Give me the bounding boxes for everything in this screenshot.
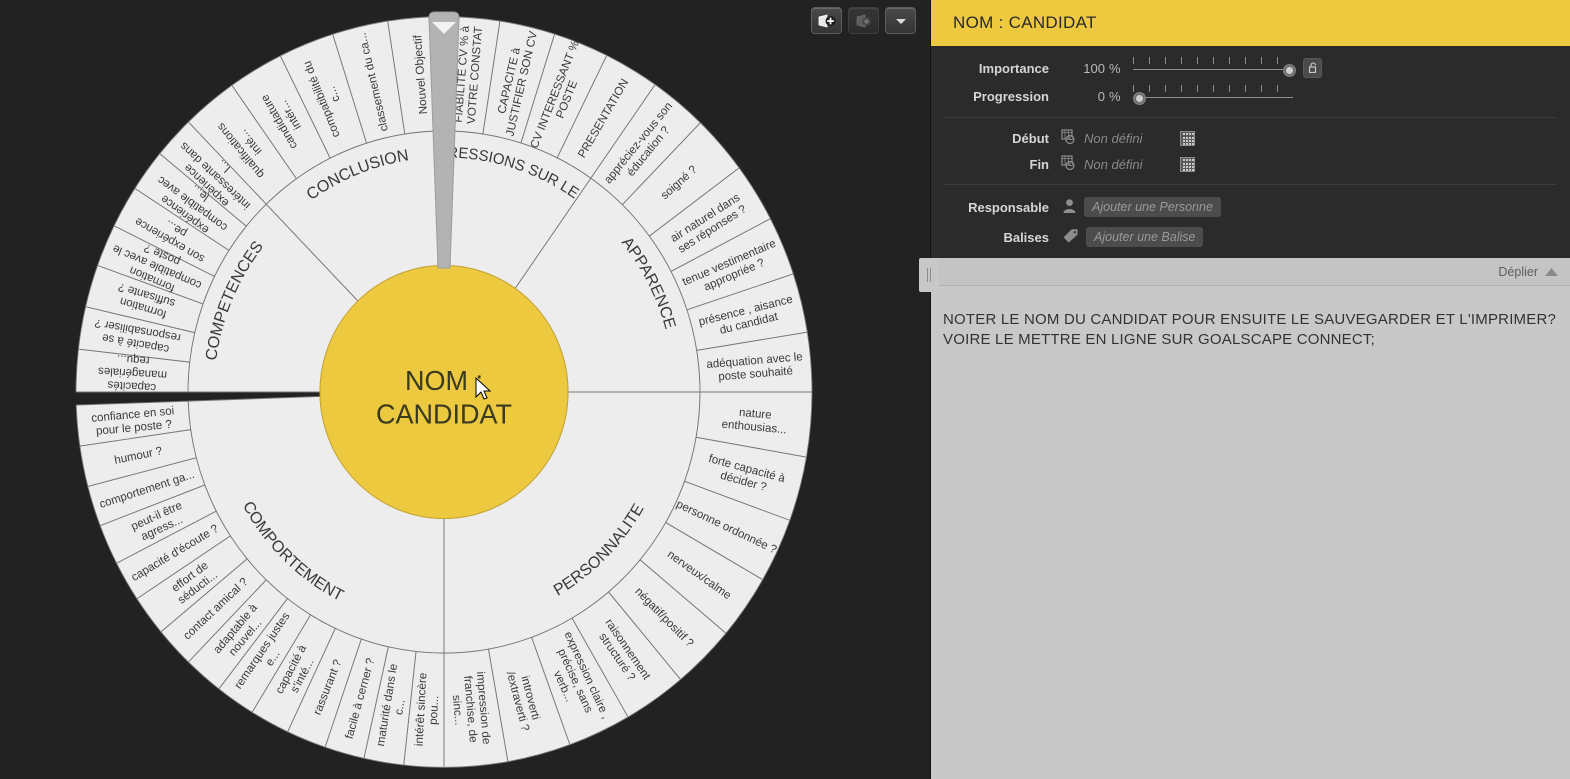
progression-row: Progression 0 % [931, 82, 1570, 110]
importance-slider[interactable] [1133, 57, 1296, 79]
importance-slider-knob[interactable] [1283, 64, 1296, 77]
add-tag-button[interactable]: Ajouter une Balise [1086, 227, 1204, 247]
responsable-row: Responsable Ajouter une Personne [931, 192, 1570, 222]
progression-unit: % [1109, 88, 1121, 104]
importance-row: Importance 100 % [931, 54, 1570, 82]
notes-line-2: VOIRE LE METTRE EN LIGNE SUR GOALSCAPE C… [943, 331, 1375, 349]
balises-row: Balises Ajouter une Balise [931, 222, 1570, 252]
fin-recurrence-icon[interactable] [1061, 154, 1078, 174]
importance-label: Importance [978, 60, 1049, 76]
panel-splitter-handle[interactable] [919, 258, 939, 292]
notes-line-1: NOTER LE NOM DU CANDIDAT POUR ENSUITE LE… [943, 311, 1557, 328]
sunburst-chart[interactable]: CONCLUSIONqualificationsinté...candidatu… [0, 0, 930, 779]
fin-calendar-button[interactable] [1180, 156, 1195, 172]
progression-slider-knob[interactable] [1133, 92, 1146, 105]
add-person-button[interactable]: Ajouter une Personne [1084, 197, 1221, 217]
fin-row: Fin Non défini [931, 151, 1570, 177]
add-subgoal-button[interactable] [811, 7, 842, 34]
progression-slider-track[interactable] [1133, 97, 1293, 98]
expand-notes-button[interactable]: Déplier [1498, 265, 1559, 279]
progression-slider-ticks [1133, 85, 1293, 92]
fin-label: Fin [1029, 156, 1050, 172]
progression-slider[interactable] [1133, 85, 1293, 107]
triangle-up-icon [1545, 267, 1558, 276]
notes-header: Déplier [931, 258, 1570, 286]
debut-label: Début [1012, 130, 1049, 146]
more-options-button[interactable] [885, 7, 916, 34]
notes-content[interactable]: NOTER LE NOM DU CANDIDAT POUR ENSUITE LE… [931, 286, 1570, 351]
progression-value: 0 [1097, 88, 1105, 104]
debut-calendar-button[interactable] [1180, 130, 1195, 146]
responsable-label: Responsable [968, 199, 1049, 215]
debut-value[interactable]: Non défini [1078, 131, 1180, 146]
goal-details-panel: NOM : CANDIDAT Importance 100 % Progress… [919, 0, 1570, 779]
tag-icon [1062, 228, 1079, 247]
importance-slider-ticks [1133, 57, 1293, 64]
balises-label: Balises [1003, 229, 1049, 245]
lock-importance-button[interactable] [1303, 58, 1322, 78]
panel-title: NOM : CANDIDAT [931, 0, 1570, 46]
importance-value: 100 [1083, 60, 1105, 76]
wheel-canvas[interactable]: CONCLUSION qualificationsinté... candidatu… [0, 0, 930, 779]
add-sibling-goal-button[interactable] [848, 7, 879, 34]
debut-row: Début Non défini [931, 125, 1570, 151]
fin-value[interactable]: Non défini [1078, 157, 1180, 172]
debut-recurrence-icon[interactable] [1061, 128, 1078, 148]
importance-unit: % [1109, 60, 1121, 76]
importance-slider-track[interactable] [1133, 69, 1293, 70]
person-icon [1062, 198, 1077, 217]
canvas-toolbar [811, 7, 916, 34]
divider-dates [945, 117, 1557, 118]
progression-label: Progression [973, 88, 1049, 104]
divider-people [945, 184, 1557, 185]
notes-panel: Déplier NOTER LE NOM DU CANDIDAT POUR EN… [919, 258, 1570, 779]
expand-notes-label: Déplier [1498, 264, 1538, 279]
